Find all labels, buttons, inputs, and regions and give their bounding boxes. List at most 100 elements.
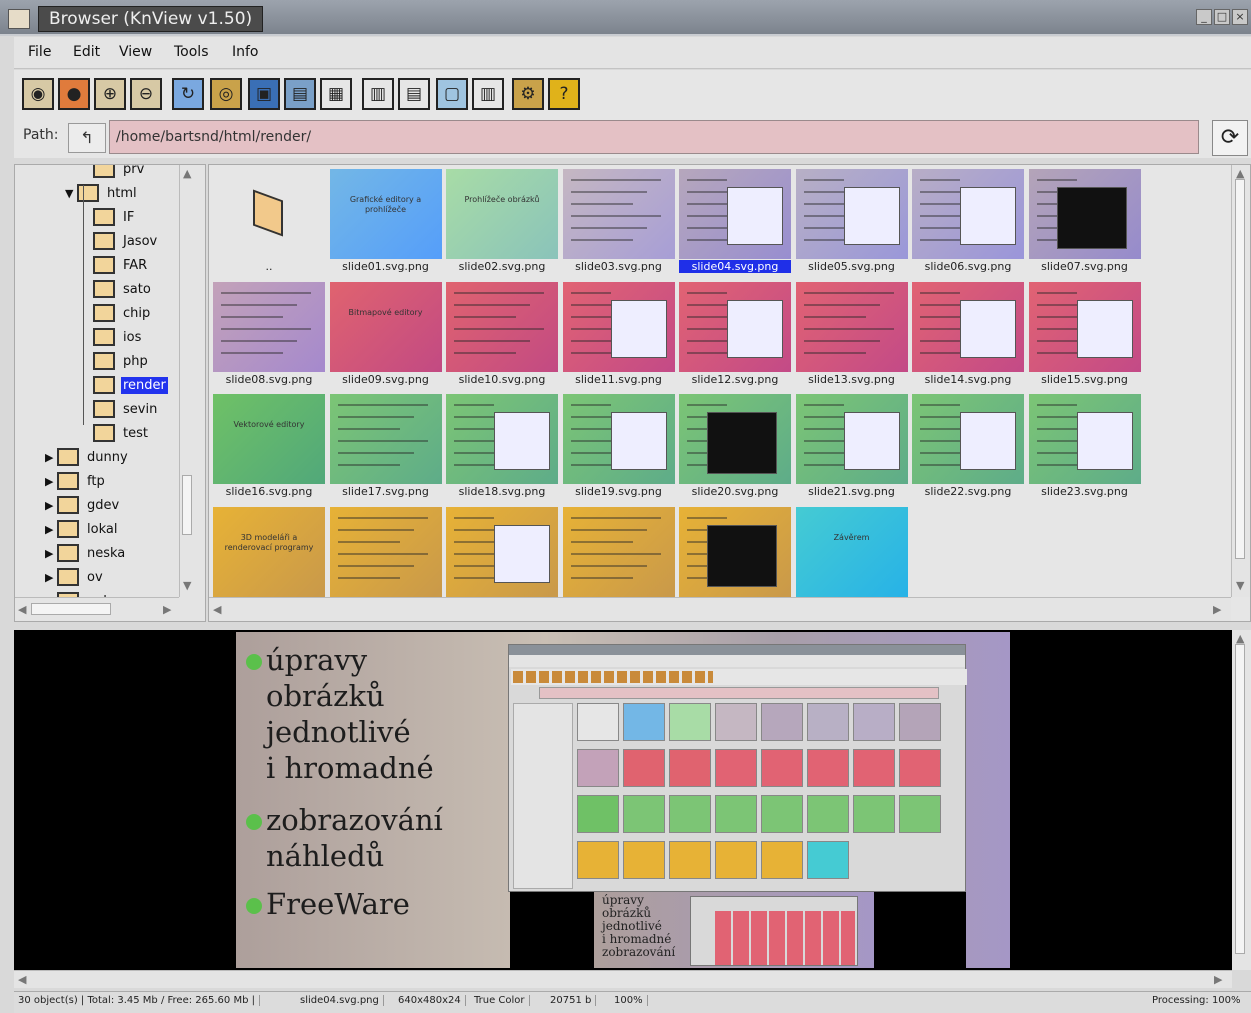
tree-item[interactable]: ▶ neska <box>45 541 127 565</box>
thumbnail-item[interactable]: 3D modeláři a renderovací programy <box>213 506 325 598</box>
thumbnail-item[interactable]: slide13.svg.png <box>795 281 908 390</box>
tree-hscroll-thumb[interactable] <box>31 603 111 615</box>
tree-horizontal-scrollbar[interactable]: ◀ ▶ <box>15 597 179 621</box>
thumbnail-item[interactable]: slide17.svg.png <box>329 394 442 502</box>
tree-scroll-thumb[interactable] <box>182 475 192 535</box>
thumbnail-item[interactable] <box>679 506 791 598</box>
tree-item[interactable]: ▶pelnon <box>45 589 133 597</box>
menu-info[interactable]: Info <box>232 44 259 60</box>
grid-horizontal-scrollbar[interactable]: ◀ ▶ <box>209 597 1231 621</box>
tree-item[interactable]: ▶ ov <box>45 565 105 589</box>
thumbnail-item[interactable] <box>446 506 558 598</box>
path-input[interactable]: /home/bartsnd/html/render/ <box>109 120 1199 154</box>
maximize-icon[interactable]: □ <box>1214 9 1230 25</box>
thumbnail-item[interactable]: slide04.svg.png <box>679 169 791 277</box>
screen-icon[interactable]: ▣ <box>248 78 280 110</box>
preview-horizontal-scrollbar[interactable]: ◀ ▶ <box>14 970 1232 988</box>
tree-item[interactable]: prv <box>93 165 146 181</box>
grid-scroll-thumb[interactable] <box>1235 179 1245 559</box>
thumbnail-item[interactable]: slide06.svg.png <box>912 169 1024 277</box>
tree-item[interactable]: sato <box>93 277 153 301</box>
tree-item[interactable]: ▶ lokal <box>45 517 119 541</box>
parent-folder-button[interactable]: ↰ <box>68 123 106 153</box>
grid-vertical-scrollbar[interactable]: ▲ ▼ <box>1231 165 1250 597</box>
minimize-icon[interactable]: _ <box>1196 9 1212 25</box>
thumbnail-image <box>446 394 558 484</box>
thumbnail-item[interactable]: slide14.svg.png <box>912 281 1024 390</box>
title-bar[interactable]: Browser (KnView v1.50) _ □ × <box>0 0 1251 36</box>
mini-thumbnail <box>669 795 711 833</box>
thumbnail-item[interactable]: slide23.svg.png <box>1028 394 1141 502</box>
tree-item[interactable]: render <box>93 373 168 397</box>
thumbnail-item[interactable] <box>329 506 442 598</box>
thumbnail-item[interactable]: Prohlížeče obrázků slide02.svg.png <box>446 169 558 277</box>
tree-item[interactable]: ▼ html <box>65 181 139 205</box>
tree-item[interactable]: chip <box>93 301 152 325</box>
thumbnail-item[interactable]: slide05.svg.png <box>795 169 908 277</box>
image-preview[interactable]: úpravy obrázků jednotlivé i hromadné zob… <box>14 630 1232 970</box>
thumbnail-item[interactable]: slide19.svg.png <box>562 394 675 502</box>
menu-file[interactable]: File <box>28 44 51 60</box>
stop-icon[interactable]: ● <box>58 78 90 110</box>
thumbnail-item[interactable]: slide21.svg.png <box>795 394 908 502</box>
thumbnail-item[interactable]: slide18.svg.png <box>446 394 558 502</box>
thumbnail-item[interactable]: Grafické editory a prohlížeče slide01.svg… <box>329 169 442 277</box>
collapse-arrow-icon[interactable]: ▼ <box>65 187 75 200</box>
tree-item[interactable]: php <box>93 349 150 373</box>
thumbnail-item[interactable]: Vektorové editory slide16.svg.png <box>213 394 325 502</box>
monitor-icon[interactable]: ▤ <box>284 78 316 110</box>
thumbnail-item[interactable]: slide20.svg.png <box>679 394 791 502</box>
tree-item[interactable]: ▶ ftp <box>45 469 107 493</box>
thumbnail-item[interactable]: slide10.svg.png <box>446 281 558 390</box>
thumb-medium-icon[interactable]: ▤ <box>398 78 430 110</box>
thumbnail-item[interactable]: slide12.svg.png <box>679 281 791 390</box>
expand-arrow-icon[interactable]: ▶ <box>45 451 55 464</box>
tree-vertical-scrollbar[interactable]: ▲ ▼ <box>179 165 195 597</box>
details-icon[interactable]: ▥ <box>472 78 504 110</box>
menu-view[interactable]: View <box>119 44 152 60</box>
thumbnail-item[interactable] <box>562 506 675 598</box>
thumbnail-item[interactable]: .. <box>213 169 325 277</box>
tree-item[interactable]: sevin <box>93 397 159 421</box>
thumbnail-item[interactable]: slide15.svg.png <box>1028 281 1141 390</box>
menu-tools[interactable]: Tools <box>174 44 209 60</box>
thumbnail-item[interactable]: slide08.svg.png <box>213 281 325 390</box>
tree-item-label: ftp <box>87 473 105 489</box>
thumbnail-item[interactable]: slide22.svg.png <box>912 394 1024 502</box>
zoom-out-icon[interactable]: ⊖ <box>130 78 162 110</box>
slideshow-icon[interactable]: ◎ <box>210 78 242 110</box>
tree-item[interactable]: ▶ gdev <box>45 493 121 517</box>
thumbnail-item[interactable]: Závěrem <box>795 506 908 598</box>
thumbnail-caption: slide02.svg.png <box>458 260 546 273</box>
list-view-icon[interactable]: ▦ <box>320 78 352 110</box>
expand-arrow-icon[interactable]: ▶ <box>45 571 55 584</box>
rotate-icon[interactable]: ↻ <box>172 78 204 110</box>
menu-edit[interactable]: Edit <box>73 44 100 60</box>
tree-item[interactable]: Jasov <box>93 229 159 253</box>
thumbnail-item[interactable]: Bitmapové editory slide09.svg.png <box>329 281 442 390</box>
tree-item[interactable]: test <box>93 421 150 445</box>
thumbnail-image <box>213 169 325 259</box>
preview-vertical-scrollbar[interactable]: ▲ <box>1232 630 1251 970</box>
expand-arrow-icon[interactable]: ▶ <box>45 547 55 560</box>
help-icon[interactable]: ? <box>548 78 580 110</box>
thumbnail-item[interactable]: slide11.svg.png <box>562 281 675 390</box>
close-icon[interactable]: × <box>1232 9 1248 25</box>
settings-icon[interactable]: ⚙ <box>512 78 544 110</box>
expand-arrow-icon[interactable]: ▶ <box>45 523 55 536</box>
tree-item[interactable]: FAR <box>93 253 149 277</box>
thumb-small-icon[interactable]: ▥ <box>362 78 394 110</box>
thumb-large-icon[interactable]: ▢ <box>436 78 468 110</box>
thumbnail-item[interactable]: slide03.svg.png <box>562 169 675 277</box>
display-icon[interactable]: ◉ <box>22 78 54 110</box>
refresh-button[interactable]: ⟳ <box>1212 120 1248 156</box>
tree-item[interactable]: ios <box>93 325 143 349</box>
tree-item[interactable]: ▶ dunny <box>45 445 130 469</box>
preview-scroll-thumb[interactable] <box>1235 644 1245 954</box>
expand-arrow-icon[interactable]: ▶ <box>45 499 55 512</box>
expand-arrow-icon[interactable]: ▶ <box>45 475 55 488</box>
thumbnail-item[interactable]: slide07.svg.png <box>1028 169 1141 277</box>
zoom-in-icon[interactable]: ⊕ <box>94 78 126 110</box>
tree-item[interactable]: IF <box>93 205 136 229</box>
thumbnail-caption: slide04.svg.png <box>679 260 791 273</box>
